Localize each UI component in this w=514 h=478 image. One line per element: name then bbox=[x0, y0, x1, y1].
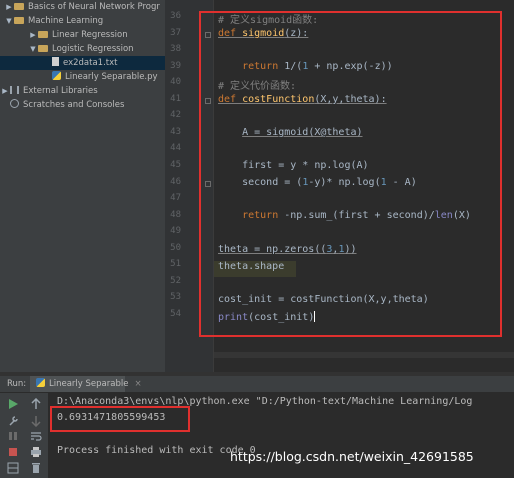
tree-item-external-libraries[interactable]: ▶ External Libraries bbox=[0, 84, 165, 98]
chevron-right-icon[interactable]: ▶ bbox=[0, 84, 10, 98]
python-file-icon bbox=[52, 71, 61, 80]
folder-icon bbox=[38, 31, 48, 38]
code-line-53: cost_init = costFunction(X,y,theta) bbox=[218, 294, 429, 305]
scratch-icon bbox=[10, 99, 19, 108]
line-number: 36 bbox=[170, 11, 181, 21]
console-line-command: D:\Anaconda3\envs\nlp\python.exe "D:/Pyt… bbox=[57, 396, 473, 407]
line-number: 48 bbox=[170, 209, 181, 220]
editor-gutter: 36 37 38 39 40 41 42 43 44 45 46 47 48 49 50 51 52 53 54 bbox=[165, 0, 214, 372]
watermark: https://blog.csdn.net/weixin_42691585 bbox=[230, 449, 474, 464]
line-number: 43 bbox=[170, 126, 181, 137]
pause-icon[interactable] bbox=[7, 430, 19, 442]
tree-item-logistic-regression[interactable]: ▼ Logistic Regression bbox=[0, 42, 165, 56]
code-line-46: second = (1-y)* np.log(1 - A) bbox=[242, 177, 417, 188]
line-number: 45 bbox=[170, 159, 181, 170]
folder-icon bbox=[14, 3, 24, 10]
folder-icon bbox=[14, 17, 24, 24]
console-output[interactable]: D:\Anaconda3\envs\nlp\python.exe "D:/Pyt… bbox=[49, 393, 514, 478]
text-cursor bbox=[314, 311, 316, 322]
line-number: 44 bbox=[170, 143, 181, 154]
line-number: 52 bbox=[170, 275, 181, 286]
tree-item-linear-regression[interactable]: ▶ Linear Regression bbox=[0, 28, 165, 42]
python-file-icon bbox=[36, 378, 45, 387]
code-line-36: # 定义sigmoid函数: bbox=[218, 15, 319, 26]
run-label: Run: bbox=[7, 379, 27, 389]
line-number: 51 bbox=[170, 259, 181, 270]
console-line-exit: Process finished with exit code 0 bbox=[57, 445, 256, 456]
chevron-right-icon[interactable]: ▶ bbox=[4, 0, 14, 14]
close-icon[interactable]: × bbox=[134, 379, 141, 389]
line-number: 40 bbox=[170, 77, 181, 88]
line-number: 38 bbox=[170, 44, 181, 55]
run-toolbar bbox=[0, 393, 49, 478]
fold-marker-icon[interactable] bbox=[205, 97, 211, 104]
print-icon[interactable] bbox=[30, 446, 42, 458]
tree-item-basics-nn[interactable]: ▶ Basics of Neural Network Progr bbox=[0, 0, 165, 14]
soft-wrap-icon[interactable] bbox=[30, 430, 42, 442]
library-icon bbox=[10, 86, 19, 94]
line-number: 41 bbox=[170, 93, 181, 104]
fold-marker-icon[interactable] bbox=[205, 31, 211, 38]
code-line-45: first = y * np.log(A) bbox=[242, 160, 369, 171]
line-number: 46 bbox=[170, 176, 181, 187]
code-line-50: theta = np.zeros((3,1)) bbox=[218, 244, 357, 255]
folder-icon bbox=[38, 45, 48, 52]
stop-icon[interactable] bbox=[7, 446, 19, 458]
chevron-right-icon[interactable]: ▶ bbox=[28, 28, 38, 42]
run-tab-linearly-separable[interactable]: Linearly Separable × bbox=[30, 376, 142, 392]
line-number: 47 bbox=[170, 193, 181, 204]
code-line-54: print(cost_init) bbox=[218, 311, 316, 323]
chevron-down-icon[interactable]: ▼ bbox=[28, 42, 38, 56]
code-line-51: theta.shape bbox=[218, 261, 285, 272]
line-number: 54 bbox=[170, 308, 181, 319]
code-line-48: return -np.sum_(first + second)/len(X) bbox=[242, 210, 471, 221]
layout-icon[interactable] bbox=[7, 462, 19, 474]
chevron-down-icon[interactable]: ▼ bbox=[4, 14, 14, 28]
rerun-icon[interactable] bbox=[7, 398, 19, 410]
tree-item-machine-learning[interactable]: ▼ Machine Learning bbox=[0, 14, 165, 28]
code-line-37: def sigmoid(z): bbox=[218, 28, 309, 39]
code-editor[interactable]: # 定义sigmoid函数: def sigmoid(z): return 1/… bbox=[214, 0, 514, 372]
line-number: 49 bbox=[170, 226, 181, 237]
scroll-up-icon[interactable] bbox=[30, 398, 42, 410]
line-number: 53 bbox=[170, 292, 181, 303]
code-line-40: # 定义代价函数: bbox=[218, 81, 297, 92]
tree-item-linearly-separable[interactable]: Linearly Separable.py bbox=[0, 70, 165, 84]
project-tree: ▶ Basics of Neural Network Progr ▼ Machine… bbox=[0, 0, 165, 372]
fold-marker-icon[interactable] bbox=[205, 180, 211, 187]
tree-item-scratches[interactable]: Scratches and Consoles bbox=[0, 98, 165, 112]
line-number: 50 bbox=[170, 242, 181, 253]
tree-item-ex2data1[interactable]: ex2data1.txt bbox=[0, 56, 165, 70]
code-line-41: def costFunction(X,y,theta): bbox=[218, 94, 387, 105]
line-number: 39 bbox=[170, 60, 181, 71]
console-line-result: 0.6931471805599453 bbox=[57, 412, 166, 423]
code-line-39: return 1/(1 + np.exp(-z)) bbox=[242, 61, 393, 72]
delete-icon[interactable] bbox=[30, 462, 42, 474]
text-file-icon bbox=[52, 57, 59, 66]
code-line-43: A = sigmoid(X@theta) bbox=[242, 127, 363, 138]
run-panel-header: Run: Linearly Separable × bbox=[0, 376, 514, 393]
scroll-down-icon[interactable] bbox=[30, 415, 42, 427]
editor-horizontal-scrollbar[interactable] bbox=[214, 352, 514, 358]
line-number: 37 bbox=[170, 27, 181, 38]
wrench-icon[interactable] bbox=[7, 415, 19, 427]
line-number: 42 bbox=[170, 110, 181, 121]
